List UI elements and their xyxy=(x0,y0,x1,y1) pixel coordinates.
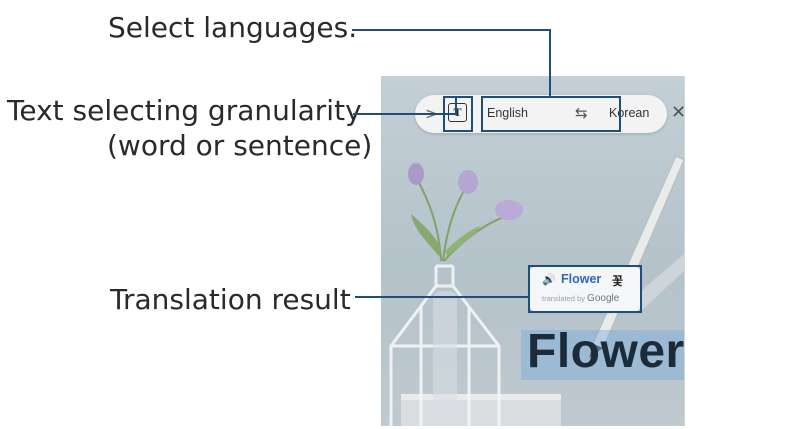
phone-screen: > T English ⇆ Korean ✕ Flower 🔊 Flower 꽃… xyxy=(381,76,685,426)
callout-granularity-line2: (word or sentence) xyxy=(107,129,373,162)
language-highlight-frame xyxy=(481,96,621,132)
translation-highlight-frame xyxy=(528,265,642,313)
chevron-right-icon[interactable]: > xyxy=(425,104,438,123)
callout-granularity-line1: Text selecting granularity xyxy=(7,94,362,127)
granularity-highlight-frame xyxy=(443,96,473,132)
picture-word[interactable]: Flower xyxy=(527,324,684,379)
close-icon[interactable]: ✕ xyxy=(671,102,684,123)
callout-select-languages: Select languages. xyxy=(108,11,358,44)
callout-translation-result: Translation result xyxy=(110,283,351,316)
